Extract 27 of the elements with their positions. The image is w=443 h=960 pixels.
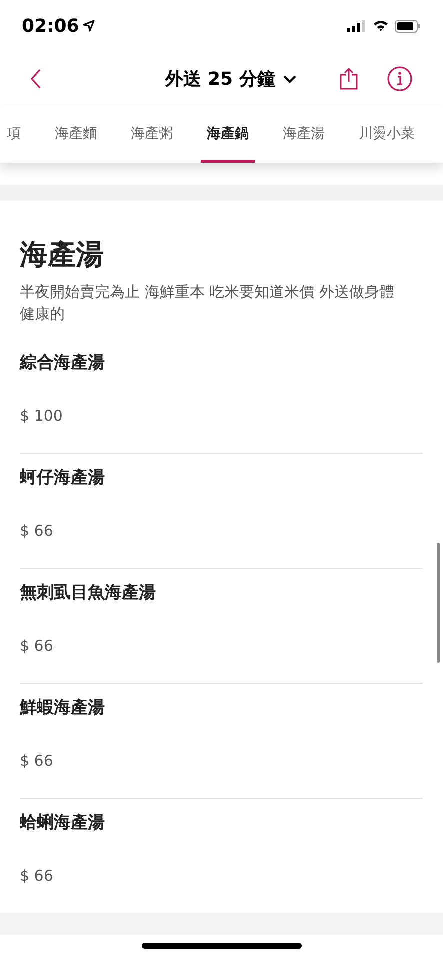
dish-name[interactable]: 鮮蝦海產湯 [20,696,423,720]
battery-icon [395,20,421,32]
dish-price: $ 66 [20,636,54,656]
category-tab[interactable]: 海產麵 [49,106,103,163]
section-description: 半夜開始賣完為止 海鮮重本 吃米要知道米價 外送做身體健康的 [20,282,396,325]
dish-name[interactable]: 綜合海產湯 [20,351,423,375]
category-tab[interactable]: 海產粥 [125,106,179,163]
dish-name[interactable]: 無刺虱目魚海產湯 [20,581,423,605]
category-tab[interactable]: 川燙小菜 [353,106,421,163]
status-time: 02:06 [22,14,80,38]
share-icon[interactable] [339,67,359,91]
location-arrow-icon [83,20,96,32]
delivery-time-dropdown[interactable]: 外送 25 分鐘 [166,66,298,92]
back-icon[interactable] [30,68,42,90]
dish-price: $ 66 [20,751,54,771]
signal-icon [347,20,367,32]
chevron-down-icon [283,74,298,84]
section-title: 海產湯 [20,237,105,273]
dish-name[interactable]: 蛤蜊海產湯 [20,811,423,835]
info-icon[interactable] [387,66,413,92]
category-tab[interactable]: 海產湯 [277,106,331,163]
wifi-icon [373,20,389,32]
dish-name[interactable]: 蚵仔海產湯 [20,466,423,490]
dish-price: $ 66 [20,521,54,541]
dish-price: $ 66 [20,866,54,886]
dish-price: $ 100 [20,406,64,426]
category-tab[interactable]: 項 [1,106,27,163]
